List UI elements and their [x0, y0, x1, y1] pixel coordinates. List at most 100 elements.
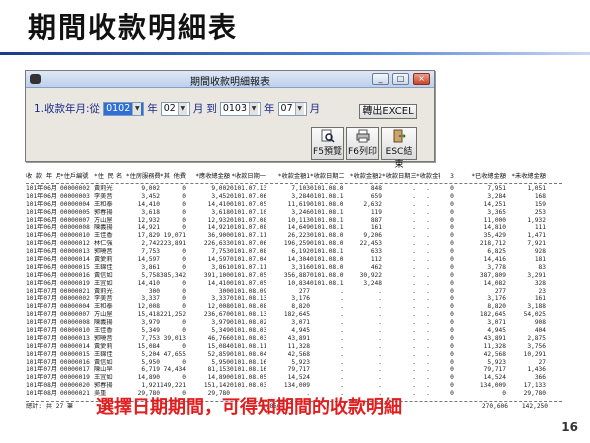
table-cell: 908 — [534, 319, 546, 327]
table-row: 101年06月 00000005 郭春揚 3,618 0 3,618 0101.07.10 3… — [26, 209, 562, 217]
table-cell: 277 — [494, 287, 506, 295]
maximize-button[interactable]: □ — [392, 73, 409, 85]
table-cell: 3,979 — [141, 319, 160, 327]
table-cell: 00000015 — [60, 263, 90, 271]
table-cell: 0 — [450, 208, 454, 216]
table-cell: 101年07月 — [26, 303, 58, 311]
table-cell: 101年06月 — [26, 224, 58, 232]
table-cell: 3,291 — [527, 271, 546, 279]
table-cell: 101年07月 — [26, 366, 58, 374]
table-cell: 328 — [534, 279, 546, 287]
table-cell: . — [378, 350, 382, 358]
table-row: 101年06月 00000012 林仁強 2,742 223,891 226,633 010… — [26, 240, 562, 248]
table-cell: 0101.08.02 — [310, 185, 344, 192]
table-cell: 00000010 — [60, 327, 90, 335]
table-cell: 0 — [502, 390, 506, 398]
table-cell: 23 — [538, 287, 546, 295]
to-label: 到 — [206, 103, 217, 115]
from-year-select[interactable]: 0102 ▼ — [103, 101, 145, 116]
table-cell: 王佳香 — [94, 232, 113, 240]
table-cell: 王和泰 — [94, 303, 113, 311]
table-cell: . — [378, 311, 382, 319]
table-cell: 15,084 — [207, 342, 230, 350]
table-cell: 14,410 — [137, 200, 160, 208]
table-cell: . — [426, 311, 430, 319]
table-cell: 5,349 — [211, 327, 230, 335]
table-cell: 1,051 — [527, 185, 546, 192]
table-cell: 郭曉音 — [94, 248, 113, 256]
table-cell: 101年07月 — [26, 358, 58, 366]
table-cell: . — [412, 350, 416, 358]
table-cell: 14,810 — [483, 224, 506, 232]
table-cell: 00000013 — [60, 248, 90, 256]
export-excel-button[interactable]: 轉出EXCEL — [359, 104, 417, 119]
table-cell: 0101.08.05 — [230, 374, 266, 382]
table-cell: 0101.08.11 — [310, 248, 344, 256]
table-cell: 404 — [534, 327, 546, 335]
table-cell: 00000016 — [60, 358, 90, 366]
table-cell: 79,717 — [483, 366, 506, 374]
minimize-button[interactable]: _ — [372, 73, 389, 85]
table-row: 101年06月 00000002 黃莉光 9,002 0 9,002 0101.07.13 7… — [26, 185, 562, 193]
table-cell: . — [340, 303, 344, 311]
table-cell: 3,071 — [487, 319, 506, 327]
table-cell: . — [340, 350, 344, 358]
table-cell: 0101.08.03 — [230, 334, 266, 342]
table-cell: . — [426, 374, 430, 382]
year-label: 年 — [147, 103, 158, 115]
table-cell: 101年07月 — [26, 287, 58, 295]
to-month-select[interactable]: 07 ▼ — [277, 101, 307, 116]
table-cell: 391,100 — [203, 271, 230, 279]
print-button[interactable]: F6列印 — [346, 127, 379, 160]
table-row: 101年07月 00000013 郭曉音 7,753 39,013 46,766 0101.… — [26, 335, 562, 343]
table-cell: . — [340, 374, 344, 382]
preview-button[interactable]: F5預覽 — [311, 127, 344, 160]
column-header: *其 他費 — [160, 173, 186, 180]
table-cell: 46,766 — [207, 334, 230, 342]
close-button[interactable]: × — [413, 73, 430, 85]
table-cell: 0101.08.11 — [230, 342, 266, 350]
table-row: 101年06月 00000007 方山屋 12,932 0 12,932 0101.07.0… — [26, 217, 562, 225]
table-cell: . — [426, 295, 430, 303]
column-header: *住 民 姓 — [94, 173, 116, 180]
window-titlebar[interactable]: 期間收款明細報表 _ □ × — [26, 71, 434, 88]
table-cell: 10,291 — [523, 350, 546, 358]
table-cell: 181 — [534, 256, 546, 264]
table-cell: . — [378, 374, 382, 382]
table-cell: . — [426, 208, 430, 216]
table-cell: 0 — [450, 271, 454, 279]
exit-button[interactable]: ESC結束 — [381, 127, 417, 170]
table-cell: . — [426, 382, 430, 390]
table-cell: 0 — [450, 303, 454, 311]
table-cell: 3,365 — [487, 208, 506, 216]
table-cell: 黃莉光 — [94, 287, 113, 295]
table-cell: . — [412, 232, 416, 240]
table-cell: 3,188 — [527, 303, 546, 311]
table-cell: 14,597 — [137, 256, 160, 264]
table-row: 101年06月 00000004 王和泰 14,410 0 14,410 0101.07.0… — [26, 201, 562, 209]
table-cell: 226,633 — [203, 240, 230, 248]
table-cell: 7,753 — [211, 248, 230, 256]
table-cell: 00000014 — [60, 342, 90, 350]
table-row: 101年07月 00000016 黃信如 5,950 0 5,950 0101.08.16 5… — [26, 359, 562, 367]
table-cell: . — [412, 200, 416, 208]
table-cell: 00000002 — [60, 185, 90, 192]
month-label: 月 — [309, 103, 321, 115]
table-cell: 14,597 — [207, 256, 230, 264]
table-cell: 14,410 — [137, 279, 160, 287]
table-cell: 277 — [298, 287, 310, 295]
table-cell: 149,221 — [160, 382, 186, 390]
from-month-select[interactable]: 02 ▼ — [160, 101, 190, 116]
to-year-select[interactable]: 0103 ▼ — [219, 101, 262, 116]
table-cell: 0 — [450, 287, 454, 295]
table-cell: . — [426, 263, 430, 271]
table-cell: 43,891 — [483, 334, 506, 342]
table-cell: 3,284 — [487, 192, 506, 200]
table-cell: 0 — [182, 224, 186, 232]
table-cell: 236,670 — [203, 311, 230, 319]
table-cell: . — [378, 295, 382, 303]
table-cell: 0101.08.02 — [310, 263, 344, 271]
table-cell: 101年06月 — [26, 271, 58, 279]
table-cell: 101年07月 — [26, 327, 58, 335]
table-cell: . — [412, 303, 416, 311]
